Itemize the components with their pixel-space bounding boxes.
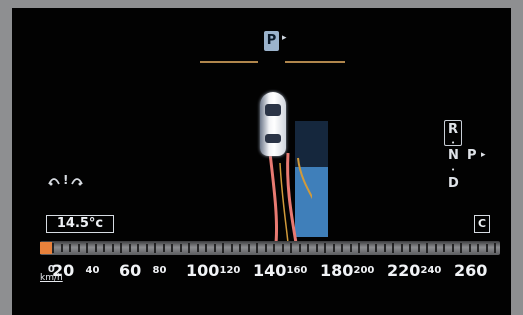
speed-tick <box>94 244 97 252</box>
speed-tick <box>366 244 369 252</box>
parking-guide-line-left <box>200 61 258 63</box>
speed-scale-label: 100 <box>186 261 220 280</box>
speed-scale-label: 20 <box>52 261 75 280</box>
speed-tick <box>188 243 190 253</box>
speed-tick <box>315 244 318 252</box>
speed-scale-label: 200 <box>353 265 375 276</box>
gear-option-n: N <box>448 148 459 163</box>
outside-temperature: 14.5°c <box>46 215 114 233</box>
speed-bar <box>40 241 500 255</box>
speed-tick <box>86 243 88 253</box>
vehicle-top-view-icon <box>260 92 286 156</box>
speed-tick <box>145 244 148 252</box>
speed-tick <box>239 244 241 252</box>
speed-tick <box>52 243 54 253</box>
speed-tick <box>341 244 343 252</box>
speed-tick <box>273 244 275 252</box>
speed-tick <box>477 244 479 252</box>
speed-tick <box>230 244 233 252</box>
gear-separator-dot: • <box>451 166 456 174</box>
speed-scale-label: 120 <box>219 265 241 276</box>
speed-tick <box>324 243 326 253</box>
speed-tick <box>120 243 122 253</box>
speed-tick <box>137 244 139 252</box>
speed-tick <box>434 244 437 252</box>
speed-tick <box>162 244 165 252</box>
speed-tick <box>494 243 496 253</box>
speed-tick <box>256 243 258 253</box>
speed-tick <box>307 244 309 252</box>
speed-scale-label: 60 <box>119 261 142 280</box>
drive-mode-badge: C <box>474 215 490 233</box>
speed-scale-label: 160 <box>286 265 308 276</box>
speed-tick <box>358 243 360 253</box>
speed-tick <box>77 244 80 252</box>
gear-separator-dot: • <box>451 139 456 147</box>
speed-tick <box>349 244 352 252</box>
speed-tick <box>298 244 301 252</box>
gear-option-p: P <box>467 148 477 163</box>
speed-scale-label: 80 <box>152 265 167 276</box>
speed-tick <box>128 244 131 252</box>
speed-tick <box>222 243 224 253</box>
speed-tick <box>111 244 114 252</box>
parking-guide-line-right <box>285 61 345 63</box>
speed-tick <box>443 244 445 252</box>
parking-assist-badge: P <box>264 31 279 51</box>
gear-option-d: D <box>448 176 459 191</box>
speed-tick <box>179 244 182 252</box>
speed-tick <box>281 244 284 252</box>
parking-direction-arrow-icon: ▸ <box>282 33 287 43</box>
speed-scale-label: 40 <box>85 265 100 276</box>
speed-tick <box>409 244 411 252</box>
speed-scale-label: 140 <box>253 261 287 280</box>
speed-tick <box>460 243 462 253</box>
speed-scale-label: 260 <box>454 261 488 280</box>
speed-tick <box>154 243 156 253</box>
speed-tick <box>60 244 63 252</box>
steering-path-lines <box>268 152 312 244</box>
svg-text:!: ! <box>63 173 68 187</box>
speed-tick <box>383 244 386 252</box>
speed-tick <box>485 244 488 252</box>
speed-tick <box>247 244 250 252</box>
speed-scale-label: 240 <box>420 265 442 276</box>
speed-tick <box>205 244 207 252</box>
speed-tick <box>468 244 471 252</box>
speed-tick <box>69 244 71 252</box>
speed-tick <box>332 244 335 252</box>
speed-tick <box>171 244 173 252</box>
speed-tick <box>196 244 199 252</box>
speed-tick <box>392 243 394 253</box>
speed-tick <box>264 244 267 252</box>
dashboard-display: P ▸ R • N P ▸ • D ! 14.5°c C 0 km/h 20 40… <box>12 8 511 315</box>
gear-p-arrow-icon: ▸ <box>481 150 486 160</box>
speed-tick <box>400 244 403 252</box>
speed-tick <box>103 244 105 252</box>
speed-tick <box>290 243 292 253</box>
speed-tick <box>375 244 377 252</box>
speed-scale-label: 220 <box>387 261 421 280</box>
speed-scale-label: 180 <box>320 261 354 280</box>
speed-tick <box>451 244 454 252</box>
speed-bar-fill <box>40 242 52 254</box>
sensor-warning-icon: ! <box>48 173 83 187</box>
speed-tick <box>213 244 216 252</box>
speed-tick <box>426 243 428 253</box>
speed-tick <box>417 244 420 252</box>
